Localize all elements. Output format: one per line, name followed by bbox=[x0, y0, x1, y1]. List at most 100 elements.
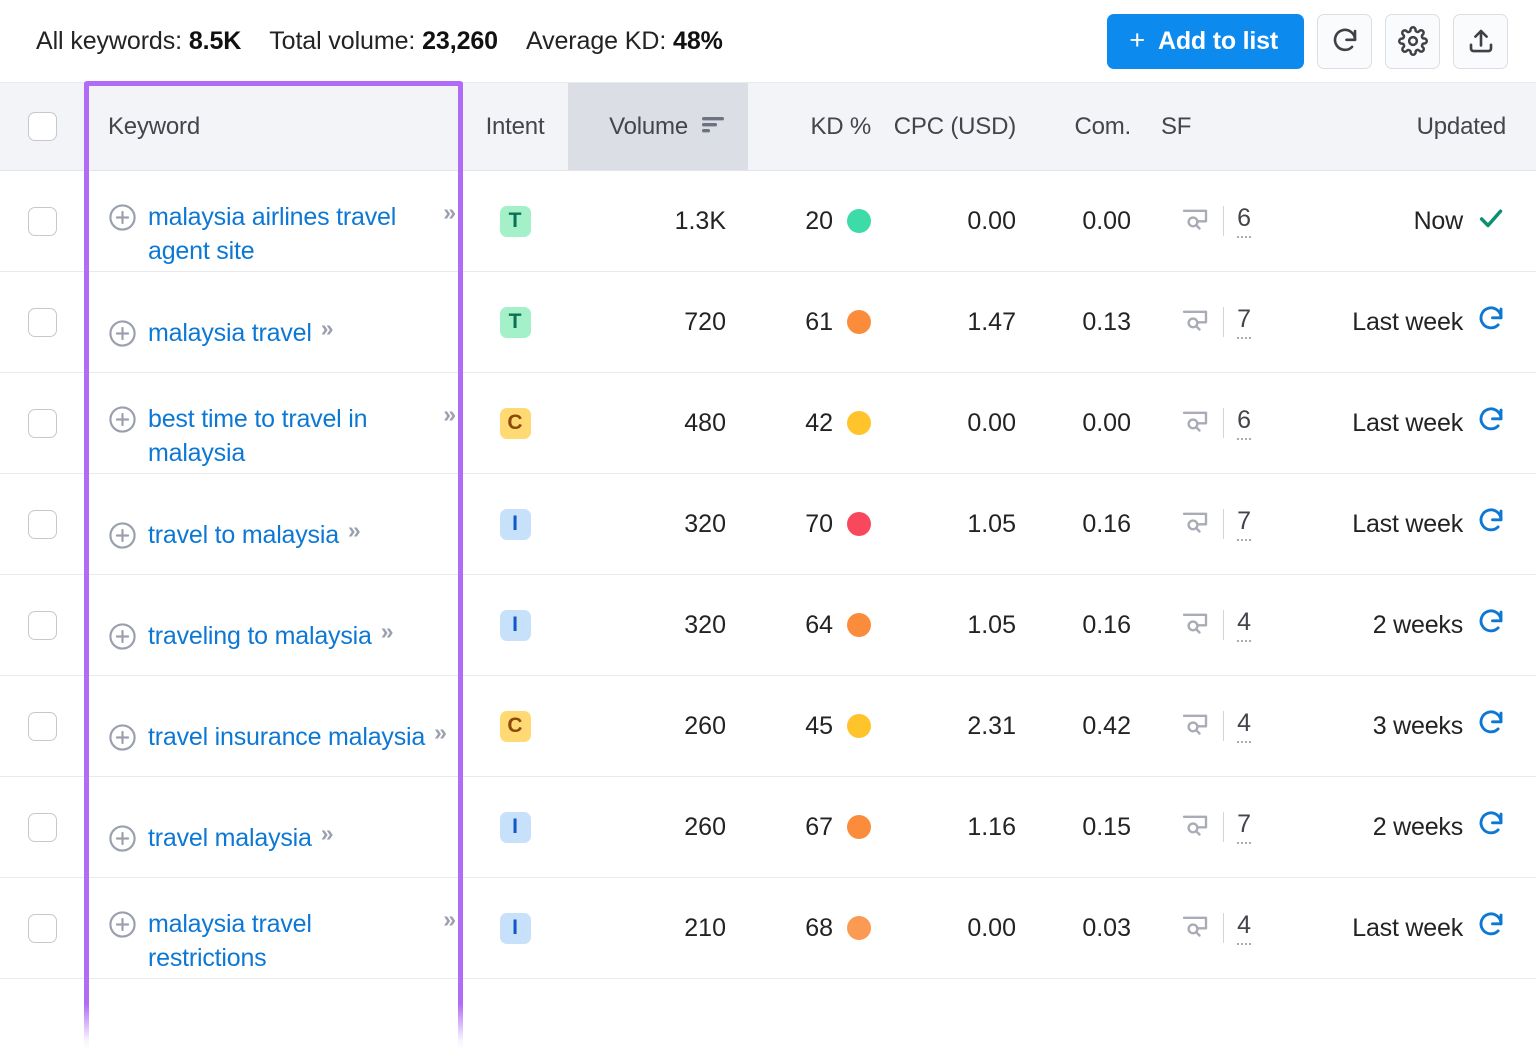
header-cpc[interactable]: CPC (USD) bbox=[893, 82, 1038, 171]
kd-difficulty-dot bbox=[847, 411, 871, 435]
header-sf-label: SF bbox=[1161, 112, 1192, 140]
sf-count[interactable]: 7 bbox=[1237, 507, 1251, 541]
row-checkbox[interactable] bbox=[27, 509, 57, 539]
serp-features-icon[interactable] bbox=[1180, 203, 1210, 240]
sf-cell: 6 bbox=[1153, 170, 1273, 272]
keyword-expand-icon[interactable]: » bbox=[443, 199, 456, 226]
row-checkbox[interactable] bbox=[27, 307, 57, 337]
serp-features-icon[interactable] bbox=[1180, 506, 1210, 543]
keyword-link[interactable]: malaysia airlines travel agent site bbox=[148, 200, 434, 268]
row-checkbox[interactable] bbox=[27, 610, 57, 640]
keyword-expand-icon[interactable]: » bbox=[381, 618, 394, 645]
header-com[interactable]: Com. bbox=[1038, 82, 1153, 171]
serp-features-icon[interactable] bbox=[1180, 304, 1210, 341]
table-row[interactable]: malaysia airlines travel agent site » T 1.3… bbox=[0, 170, 1536, 272]
header-sf[interactable]: SF bbox=[1153, 82, 1273, 171]
row-checkbox[interactable] bbox=[27, 711, 57, 741]
cpc-cell: 1.05 bbox=[893, 473, 1038, 575]
keyword-expand-icon[interactable]: » bbox=[443, 906, 456, 933]
kd-value: 20 bbox=[805, 206, 833, 235]
table-row[interactable]: malaysia travel restrictions » I 210 68 0.00 0… bbox=[0, 877, 1536, 979]
add-keyword-icon[interactable] bbox=[108, 319, 137, 355]
table-row[interactable]: traveling to malaysia » I 320 64 1.05 0.16 4 2 w… bbox=[0, 574, 1536, 676]
serp-features-icon[interactable] bbox=[1180, 910, 1210, 947]
header-volume[interactable]: Volume bbox=[568, 82, 748, 171]
header-kd[interactable]: KD % bbox=[748, 82, 893, 171]
intent-badge[interactable]: T bbox=[499, 205, 531, 237]
keyword-expand-icon[interactable]: » bbox=[321, 820, 334, 847]
add-keyword-icon[interactable] bbox=[108, 622, 137, 658]
row-checkbox[interactable] bbox=[27, 812, 57, 842]
serp-features-icon[interactable] bbox=[1180, 708, 1210, 745]
cpc-cell: 0.00 bbox=[893, 372, 1038, 474]
row-checkbox[interactable] bbox=[27, 206, 57, 236]
intent-badge[interactable]: T bbox=[499, 306, 531, 338]
refresh-button[interactable] bbox=[1317, 13, 1372, 69]
keyword-cell: best time to travel in malaysia » bbox=[84, 372, 462, 474]
table-row[interactable]: travel insurance malaysia » C 260 45 2.31 0.42… bbox=[0, 675, 1536, 777]
sf-cell: 7 bbox=[1153, 271, 1273, 373]
refresh-icon[interactable] bbox=[1476, 506, 1506, 543]
table-row[interactable]: malaysia travel » T 720 61 1.47 0.13 7 Last week bbox=[0, 271, 1536, 373]
refresh-icon[interactable] bbox=[1476, 405, 1506, 442]
keyword-link[interactable]: malaysia travel bbox=[148, 316, 312, 350]
select-all-checkbox[interactable] bbox=[27, 112, 57, 141]
table-row[interactable]: travel malaysia » I 260 67 1.16 0.15 7 2 weeks bbox=[0, 776, 1536, 878]
sf-count[interactable]: 7 bbox=[1237, 305, 1251, 339]
sf-count[interactable]: 4 bbox=[1237, 911, 1251, 945]
keyword-expand-icon[interactable]: » bbox=[321, 315, 334, 342]
keyword-link[interactable]: traveling to malaysia bbox=[148, 619, 372, 653]
intent-badge[interactable]: C bbox=[499, 710, 531, 742]
sf-cell: 7 bbox=[1153, 473, 1273, 575]
export-button[interactable] bbox=[1453, 13, 1508, 69]
add-to-list-button[interactable]: + Add to list bbox=[1107, 13, 1304, 69]
serp-features-icon[interactable] bbox=[1180, 809, 1210, 846]
intent-badge[interactable]: I bbox=[499, 508, 531, 540]
check-icon[interactable] bbox=[1476, 203, 1506, 240]
add-keyword-icon[interactable] bbox=[108, 723, 137, 759]
sf-cell: 4 bbox=[1153, 574, 1273, 676]
keyword-link[interactable]: malaysia travel restrictions bbox=[148, 907, 434, 975]
refresh-icon[interactable] bbox=[1476, 910, 1506, 947]
table-body: malaysia airlines travel agent site » T 1.3… bbox=[0, 170, 1536, 979]
refresh-icon[interactable] bbox=[1476, 304, 1506, 341]
add-keyword-icon[interactable] bbox=[108, 405, 137, 441]
add-keyword-icon[interactable] bbox=[108, 203, 137, 239]
keyword-link[interactable]: travel to malaysia bbox=[148, 518, 339, 552]
keyword-link[interactable]: best time to travel in malaysia bbox=[148, 402, 434, 470]
add-keyword-icon[interactable] bbox=[108, 910, 137, 946]
refresh-icon[interactable] bbox=[1476, 708, 1506, 745]
add-keyword-icon[interactable] bbox=[108, 824, 137, 860]
sf-count[interactable]: 6 bbox=[1237, 406, 1251, 440]
sf-count[interactable]: 6 bbox=[1237, 204, 1251, 238]
keyword-expand-icon[interactable]: » bbox=[443, 401, 456, 428]
keyword-expand-icon[interactable]: » bbox=[434, 719, 447, 746]
volume-cell: 1.3K bbox=[568, 170, 748, 272]
keyword-link[interactable]: travel malaysia bbox=[148, 821, 312, 855]
serp-features-icon[interactable] bbox=[1180, 607, 1210, 644]
header-intent[interactable]: Intent bbox=[462, 82, 568, 171]
table-row[interactable]: travel to malaysia » I 320 70 1.05 0.16 7 Last w… bbox=[0, 473, 1536, 575]
settings-button[interactable] bbox=[1385, 13, 1440, 69]
sf-count[interactable]: 4 bbox=[1237, 608, 1251, 642]
keyword-link[interactable]: travel insurance malaysia bbox=[148, 720, 425, 754]
kd-cell: 70 bbox=[748, 473, 893, 575]
add-keyword-icon[interactable] bbox=[108, 521, 137, 557]
header-keyword[interactable]: Keyword bbox=[84, 82, 462, 171]
intent-badge[interactable]: I bbox=[499, 912, 531, 944]
row-select-cell bbox=[0, 271, 84, 373]
row-checkbox[interactable] bbox=[27, 408, 57, 438]
header-updated[interactable]: Updated bbox=[1273, 82, 1536, 171]
table-row[interactable]: best time to travel in malaysia » C 480 42 0.… bbox=[0, 372, 1536, 474]
intent-badge[interactable]: C bbox=[499, 407, 531, 439]
sf-count[interactable]: 7 bbox=[1237, 810, 1251, 844]
intent-badge[interactable]: I bbox=[499, 609, 531, 641]
refresh-icon[interactable] bbox=[1476, 809, 1506, 846]
row-checkbox[interactable] bbox=[27, 913, 57, 943]
sf-count[interactable]: 4 bbox=[1237, 709, 1251, 743]
serp-features-icon[interactable] bbox=[1180, 405, 1210, 442]
keyword-expand-icon[interactable]: » bbox=[348, 517, 361, 544]
refresh-icon[interactable] bbox=[1476, 607, 1506, 644]
intent-badge[interactable]: I bbox=[499, 811, 531, 843]
intent-cell: I bbox=[462, 574, 568, 676]
